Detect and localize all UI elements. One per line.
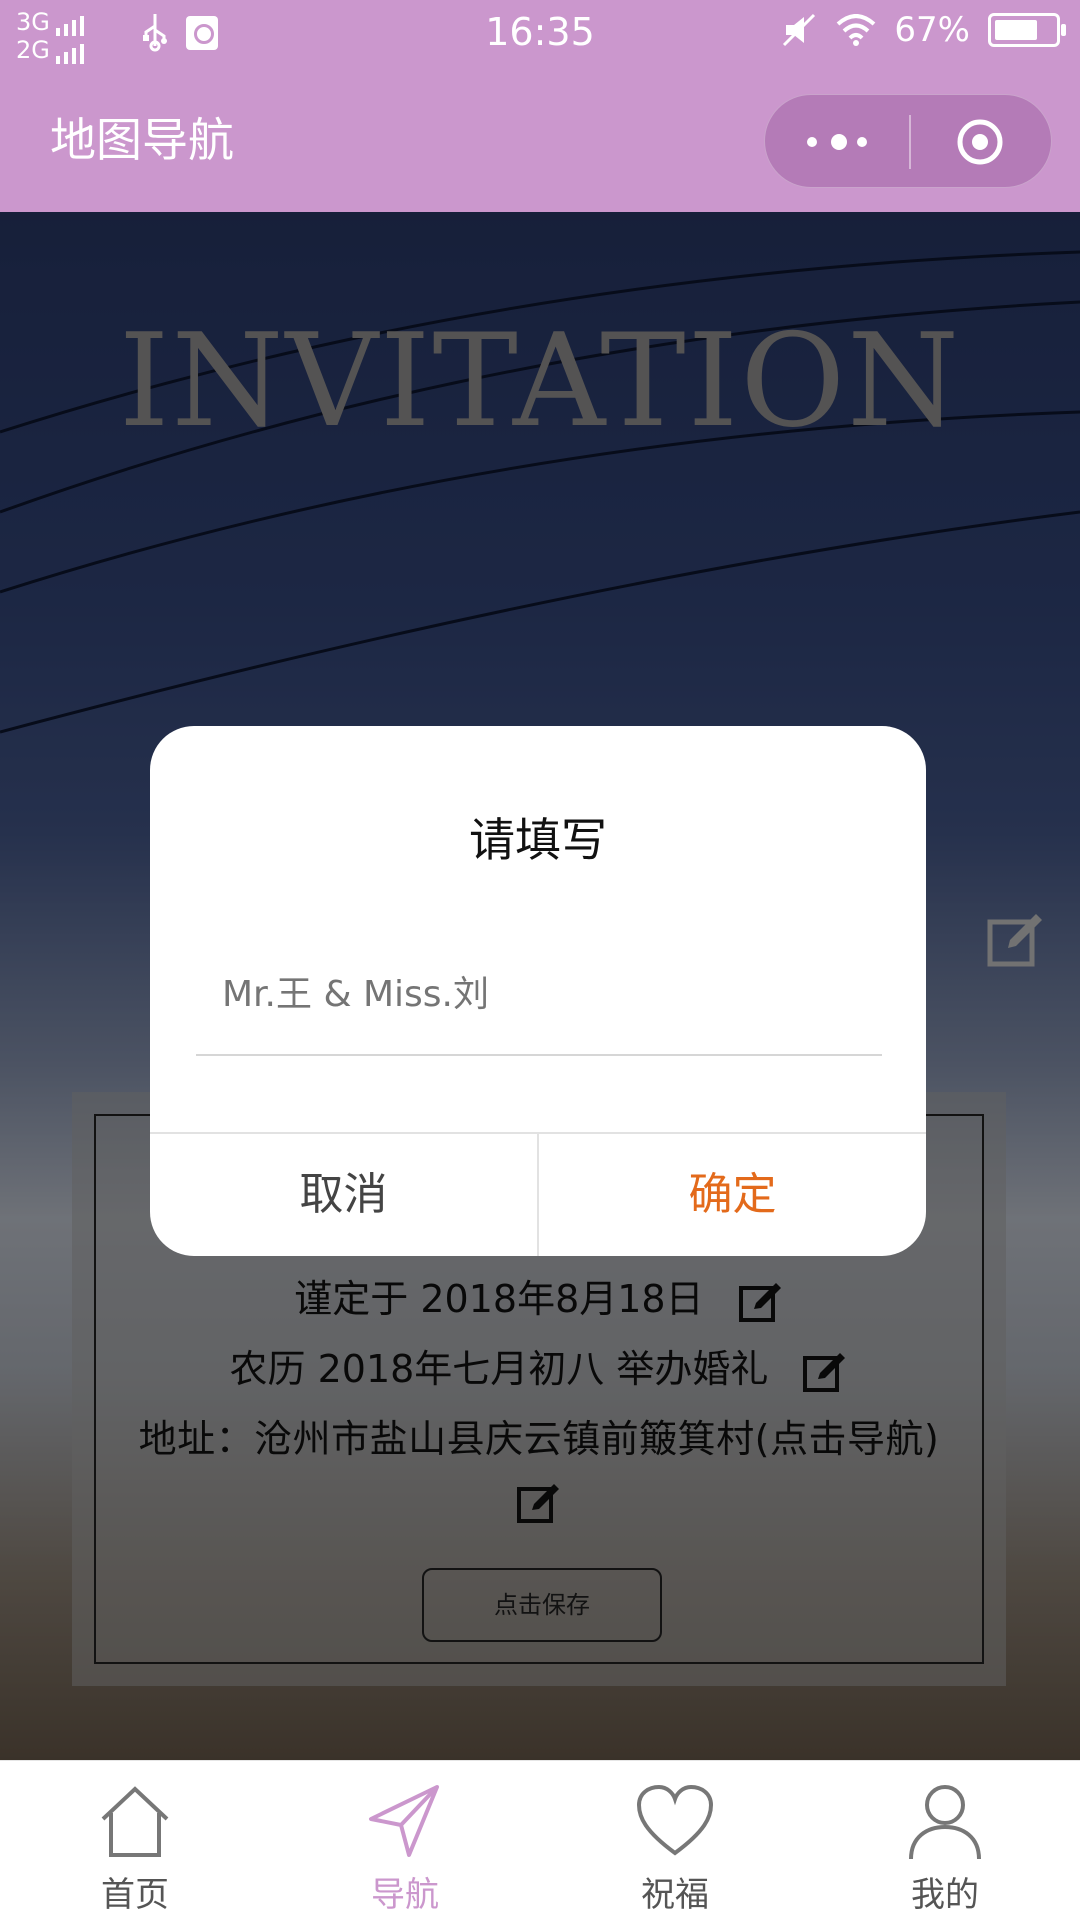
- tab-mine[interactable]: 我的: [810, 1761, 1080, 1920]
- input-dialog: 请填写 取消 确定: [150, 726, 926, 1256]
- nav-bar: 地图导航: [0, 66, 1080, 212]
- wifi-icon: [837, 14, 876, 46]
- tab-label: 导航: [371, 1875, 439, 1915]
- dialog-title: 请填写: [469, 813, 607, 867]
- status-bar: 3G 2G 16:35 67%: [0, 0, 1080, 66]
- user-icon: [909, 1785, 981, 1860]
- miniprogram-capsule: [764, 94, 1052, 188]
- tab-navigation[interactable]: 导航: [270, 1761, 540, 1920]
- confirm-button[interactable]: 确定: [539, 1134, 926, 1256]
- tab-home[interactable]: 首页: [0, 1761, 270, 1920]
- tab-label: 首页: [101, 1875, 169, 1915]
- home-icon: [101, 1786, 169, 1857]
- heart-icon: [636, 1784, 714, 1856]
- close-miniprogram-icon[interactable]: [955, 117, 1005, 167]
- cancel-button[interactable]: 取消: [150, 1134, 537, 1256]
- battery-percent: 67%: [894, 10, 970, 50]
- tab-label: 我的: [911, 1875, 979, 1915]
- tab-bar: 首页 导航 祝福 我的: [0, 1760, 1080, 1920]
- status-right: 67%: [782, 10, 1066, 50]
- names-input[interactable]: [196, 964, 882, 1024]
- battery-icon: [988, 13, 1066, 47]
- page-title: 地图导航: [50, 113, 234, 167]
- tab-wishes[interactable]: 祝福: [540, 1761, 810, 1920]
- input-underline: [196, 1054, 882, 1056]
- capsule-divider: [909, 115, 911, 169]
- tab-label: 祝福: [641, 1875, 709, 1915]
- more-menu-icon[interactable]: [807, 125, 869, 159]
- app-root: 3G 2G 16:35 67% 地图导航 INVITATION 谨定于 2018…: [0, 0, 1080, 1920]
- mute-icon: [783, 13, 816, 47]
- navigation-icon: [369, 1785, 439, 1857]
